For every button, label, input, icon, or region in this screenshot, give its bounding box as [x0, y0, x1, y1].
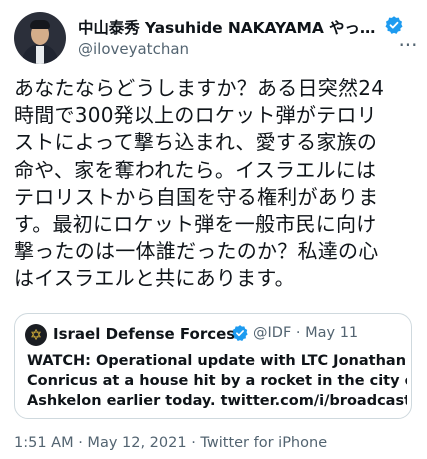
avatar-hair — [30, 20, 50, 29]
tweet-line: ストによって撃ち込まれ、愛する家族の — [14, 130, 378, 155]
star-icon: ✡ — [29, 326, 43, 344]
tweet-line: テロリストから自国を守る権利がありま — [14, 184, 379, 209]
quoted-tweet-card[interactable]: ✡ Israel Defense Forces @IDF · May 11 WA… — [14, 313, 412, 419]
quoted-line: Ashkelon earlier today. twitter.com/i/br… — [27, 393, 407, 409]
tweet-line: 命や、家を奪われたら。イスラエルには — [14, 157, 377, 182]
tweet-line: す。最初にロケット弾を一般市民に向け — [14, 212, 377, 237]
quoted-tweet-text: WATCH: Operational update with LTC Jonat… — [27, 351, 407, 411]
tweet-line: あなたならどうしますか？ある日突然24 — [14, 76, 385, 100]
idf-logo-avatar: ✡ — [25, 324, 47, 346]
avatar-shirt — [36, 46, 44, 64]
quoted-author-name[interactable]: Israel Defense Forces — [53, 325, 235, 343]
tweet-line: 撃ったのは一体誰だったのか？私達の心 — [14, 239, 379, 264]
user-handle[interactable]: @iloveyatchan — [78, 40, 189, 58]
tweet-line: 時間で300発以上のロケット弾がテロリ — [14, 103, 377, 128]
verified-badge-icon — [385, 16, 403, 34]
tweet-header: 中山泰秀 Yasuhide NAKAYAMA やっ… @iloveyatchan… — [0, 0, 427, 74]
quoted-handle-date: @IDF · May 11 — [253, 325, 359, 341]
tweet-line: はイスラエルと共にあります。 — [14, 266, 295, 291]
avatar[interactable] — [14, 12, 66, 64]
more-dots-icon[interactable]: ··· — [395, 35, 421, 60]
verified-badge-icon — [232, 325, 248, 341]
quoted-line: WATCH: Operational update with LTC Jonat… — [27, 353, 407, 369]
display-name[interactable]: 中山泰秀 Yasuhide NAKAYAMA やっ… — [78, 16, 375, 38]
tweet-timestamp[interactable]: 1:51 AM · May 12, 2021 · Twitter for iPh… — [14, 435, 327, 451]
quoted-line: Conricus at a house hit by a rocket in t… — [27, 373, 407, 389]
tweet-text: あなたならどうしますか？ある日突然24 時間で300発以上のロケット弾がテロリ … — [14, 75, 419, 293]
